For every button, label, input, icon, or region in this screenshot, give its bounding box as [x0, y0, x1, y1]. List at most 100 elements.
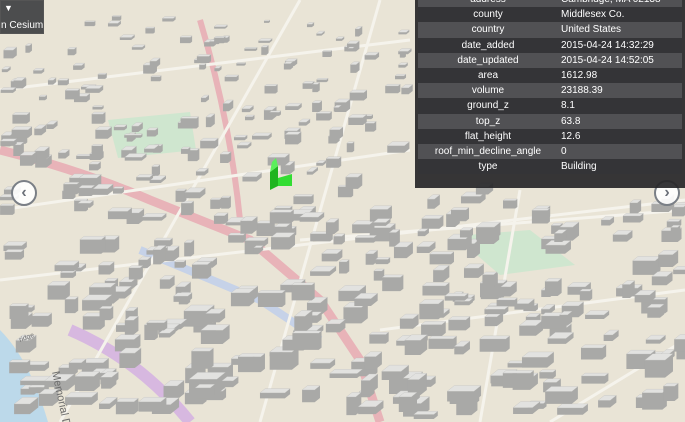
building-roof: [316, 78, 329, 80]
building-side: [531, 208, 550, 224]
building-roof: [257, 290, 286, 294]
building-roof: [243, 47, 258, 49]
building-roof: [244, 237, 269, 241]
property-key: date_added: [418, 37, 558, 53]
property-value: United States: [558, 22, 682, 38]
building-roof: [538, 369, 557, 373]
building-roof: [354, 235, 377, 238]
building-roof: [8, 359, 31, 363]
building-roof: [622, 213, 644, 217]
property-row: addressCambridge, MA 02138: [418, 0, 682, 8]
building-side: [91, 144, 103, 157]
building-roof: [325, 156, 342, 159]
toolbar-label[interactable]: n Cesium: [1, 20, 43, 31]
building-roof: [4, 249, 25, 253]
building-roof: [479, 335, 511, 340]
building-side: [291, 282, 315, 301]
building-roof: [429, 251, 455, 255]
building-roof: [150, 75, 162, 77]
building-roof: [79, 236, 106, 240]
building-roof: [349, 89, 368, 93]
building-roof: [144, 26, 156, 29]
property-value: Building: [558, 159, 682, 175]
building-roof: [213, 36, 226, 38]
building-side: [292, 330, 322, 350]
building-roof: [190, 347, 214, 352]
building-roof: [502, 370, 535, 374]
feature-info-panel: addressCambridge, MA 02138countyMiddlese…: [415, 0, 685, 188]
previous-arrow-icon[interactable]: ‹: [11, 180, 37, 206]
building-roof: [123, 133, 143, 136]
property-value: 8.1: [558, 98, 682, 114]
property-value: 12.6: [558, 128, 682, 144]
building-roof: [251, 132, 273, 136]
building-roof: [97, 73, 108, 75]
building-roof: [413, 411, 439, 415]
property-key: type: [418, 159, 558, 175]
building-roof: [531, 208, 551, 211]
property-row: top_z 63.8: [418, 113, 682, 129]
building-roof: [450, 207, 470, 211]
building-roof: [580, 372, 609, 377]
property-row: flat_height 12.6: [418, 128, 682, 144]
building-roof: [384, 84, 401, 87]
building-roof: [0, 203, 16, 206]
property-row: area 1612.98: [418, 67, 682, 84]
building-roof: [444, 293, 469, 297]
property-key: address: [418, 0, 558, 8]
building-roof: [641, 389, 668, 393]
building-roof: [625, 350, 656, 355]
building-roof: [161, 16, 177, 19]
building-roof: [196, 54, 212, 57]
property-key: date_updated: [418, 52, 558, 68]
building-roof: [264, 84, 279, 87]
building-roof: [111, 15, 122, 17]
building-roof: [556, 403, 589, 409]
building-roof: [107, 207, 133, 212]
property-row: county Middlesex Co.: [418, 7, 682, 23]
building-roof: [12, 112, 31, 115]
building-roof: [291, 330, 322, 334]
building-roof: [394, 74, 407, 77]
property-row: ground_z 8.1: [418, 98, 682, 114]
building-roof: [259, 388, 291, 393]
building-roof: [62, 182, 80, 185]
property-value: 0: [558, 143, 682, 160]
property-key: top_z: [418, 113, 558, 129]
building-roof: [64, 88, 81, 91]
building-roof: [0, 138, 18, 142]
property-key: area: [418, 67, 558, 84]
building-roof: [92, 105, 105, 108]
building-side: [221, 196, 231, 209]
building-roof: [321, 50, 333, 52]
building-roof: [263, 19, 271, 22]
building-roof: [329, 369, 363, 374]
building-roof: [112, 186, 125, 189]
building-roof: [269, 110, 282, 113]
property-value: 63.8: [558, 113, 682, 129]
building-roof: [180, 116, 200, 119]
feature-properties-table: addressCambridge, MA 02138countyMiddlese…: [418, 0, 682, 175]
building-roof: [420, 321, 447, 325]
cesium-toolbar[interactable]: ▼ n Cesium: [0, 0, 44, 34]
building-roof: [381, 274, 404, 278]
building-roof: [428, 335, 458, 339]
building-roof: [368, 331, 390, 335]
property-value: 2015-04-24 14:32:29: [558, 37, 682, 53]
building-roof: [269, 209, 295, 213]
property-key: volume: [418, 83, 558, 99]
building-roof: [375, 257, 391, 260]
building-roof: [153, 237, 174, 241]
building-roof: [31, 312, 53, 317]
building-roof: [57, 78, 70, 81]
building-roof: [179, 35, 193, 38]
building-roof: [213, 24, 228, 27]
property-row: date_updated 2015-04-24 14:52:05: [418, 52, 682, 68]
property-key: flat_height: [418, 128, 558, 144]
building-roof: [237, 353, 266, 357]
building-roof: [9, 303, 29, 307]
building-roof: [502, 198, 518, 201]
property-value: 2015-04-24 14:52:05: [558, 52, 682, 68]
dropdown-caret-icon[interactable]: ▼: [4, 3, 13, 13]
building-roof: [91, 144, 104, 147]
